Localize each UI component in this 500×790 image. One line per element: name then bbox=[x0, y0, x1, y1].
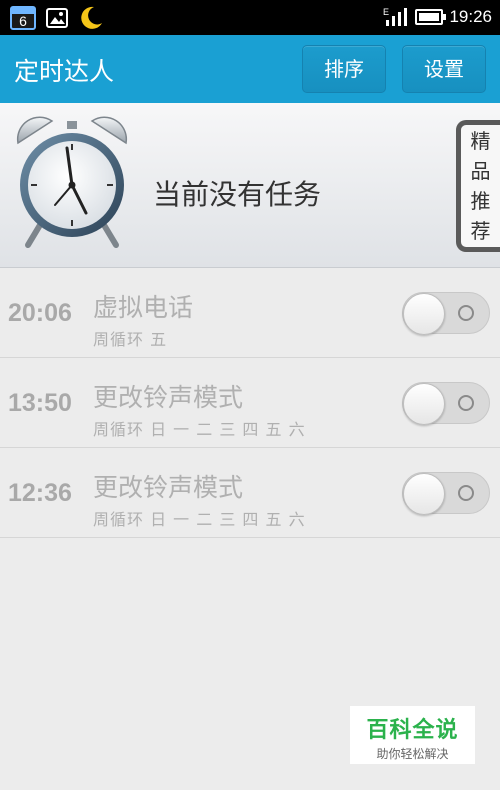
task-row[interactable]: 13:50 更改铃声模式 周循环 日 一 二 三 四 五 六 bbox=[0, 358, 500, 448]
toggle-knob bbox=[403, 383, 445, 425]
watermark-subtitle: 助你轻松解决 bbox=[376, 747, 449, 761]
app-header: 定时达人 排序 设置 bbox=[0, 35, 500, 103]
toggle-off-icon bbox=[458, 305, 474, 321]
task-toggle[interactable] bbox=[402, 472, 490, 515]
status-bar: 6 E 19:26 bbox=[0, 0, 500, 35]
calendar-day: 6 bbox=[19, 13, 27, 29]
task-name: 更改铃声模式 bbox=[93, 383, 244, 412]
task-time: 13:50 bbox=[8, 389, 72, 417]
toggle-knob bbox=[403, 293, 445, 335]
signal-icon: E bbox=[383, 7, 408, 26]
sort-button[interactable]: 排序 bbox=[302, 45, 386, 93]
alarm-clock-icon bbox=[16, 116, 128, 248]
task-time: 12:36 bbox=[8, 479, 72, 507]
status-banner: 当前没有任务 精 品 推 荐 bbox=[0, 103, 500, 268]
task-name: 虚拟电话 bbox=[93, 293, 194, 322]
task-row[interactable]: 20:06 虚拟电话 周循环 五 bbox=[0, 268, 500, 358]
featured-char: 精 bbox=[470, 129, 491, 153]
toggle-off-icon bbox=[458, 395, 474, 411]
settings-button[interactable]: 设置 bbox=[402, 45, 486, 93]
no-task-message: 当前没有任务 bbox=[153, 178, 322, 211]
featured-char: 品 bbox=[470, 159, 491, 183]
toggle-knob bbox=[403, 473, 445, 515]
app-title: 定时达人 bbox=[14, 57, 115, 86]
toggle-off-icon bbox=[458, 485, 474, 501]
battery-icon bbox=[415, 9, 447, 25]
task-repeat: 周循环 五 bbox=[93, 330, 168, 349]
calendar-icon: 6 bbox=[10, 6, 36, 30]
gallery-icon bbox=[46, 8, 68, 28]
featured-recommend-tab[interactable]: 精 品 推 荐 bbox=[456, 120, 500, 252]
featured-char: 推 bbox=[470, 189, 491, 213]
status-time: 19:26 bbox=[449, 7, 492, 26]
task-time: 20:06 bbox=[8, 299, 72, 327]
svg-text:E: E bbox=[383, 7, 389, 17]
watermark-title: 百科全说 bbox=[366, 718, 459, 743]
moon-icon bbox=[81, 6, 102, 29]
featured-char: 荐 bbox=[470, 219, 491, 243]
task-toggle[interactable] bbox=[402, 292, 490, 335]
task-name: 更改铃声模式 bbox=[93, 473, 244, 502]
task-toggle[interactable] bbox=[402, 382, 490, 425]
task-repeat: 周循环 日 一 二 三 四 五 六 bbox=[93, 510, 306, 529]
task-repeat: 周循环 日 一 二 三 四 五 六 bbox=[93, 420, 306, 439]
task-row[interactable]: 12:36 更改铃声模式 周循环 日 一 二 三 四 五 六 bbox=[0, 448, 500, 538]
watermark-logo: 百科全说 助你轻松解决 bbox=[350, 706, 475, 764]
